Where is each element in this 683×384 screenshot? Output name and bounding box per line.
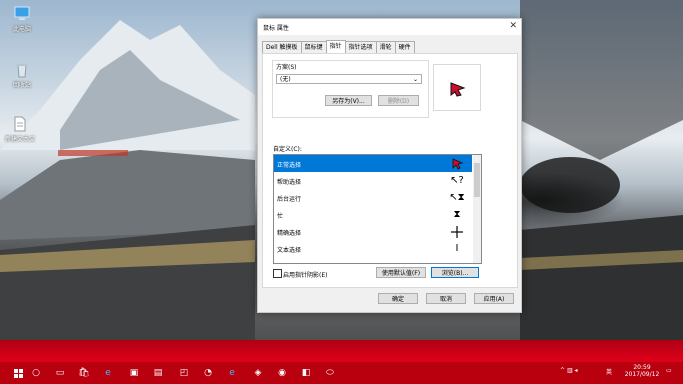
list-item[interactable]: 后台运行 ↖⧗ — [274, 189, 472, 206]
list-item[interactable]: 帮助选择 ↖? — [274, 172, 472, 189]
arrow-cursor-preview-icon — [450, 82, 466, 97]
start-button[interactable] — [10, 365, 26, 381]
taskbar-app-edge[interactable]: e — [224, 365, 240, 381]
scheme-label: 方案(S) — [276, 64, 297, 71]
taskbar-app-4[interactable]: ◔ — [200, 365, 216, 381]
customize-label: 自定义(C): — [273, 146, 302, 153]
busy-cursor-icon: ⧗ — [453, 209, 461, 220]
help-cursor-icon: ↖? — [450, 175, 464, 186]
text-file-icon — [11, 116, 29, 132]
dialog-titlebar: 鼠标 属性 ✕ — [258, 19, 521, 35]
cursor-preview — [433, 64, 481, 111]
mouse-properties-dialog: 鼠标 属性 ✕ Dell 触摸板 鼠标键 指针 指针选项 滑轮 硬件 方案(S)… — [257, 18, 522, 313]
list-item[interactable]: 精确选择 — [274, 223, 472, 240]
volume-icon: ◂ — [574, 367, 578, 374]
list-item-label: 帮助选择 — [277, 179, 302, 186]
tab-pointer-options[interactable]: 指针选项 — [344, 41, 377, 53]
tab-strip: Dell 触摸板 鼠标键 指针 指针选项 滑轮 硬件 — [262, 40, 415, 53]
taskbar-app-6[interactable]: ◉ — [274, 365, 290, 381]
photos-icon: ▤ — [153, 368, 163, 378]
taskbar-app-2[interactable]: ▤ — [150, 365, 166, 381]
desktop-icon-recycle-bin[interactable]: 回收站 — [2, 62, 42, 89]
app-icon: ▣ — [129, 368, 139, 378]
list-item-label: 忙 — [277, 213, 284, 220]
ie-icon: e — [105, 368, 111, 378]
list-item[interactable]: 忙 ⧗ — [274, 206, 472, 223]
list-item-label: 文本选择 — [277, 247, 302, 254]
windows-icon — [13, 368, 23, 378]
app-icon: ⬭ — [326, 368, 334, 378]
close-icon[interactable]: ✕ — [509, 21, 517, 31]
store-icon: 🛍 — [78, 368, 90, 378]
text-cursor-icon: I — [455, 243, 459, 254]
crosshair-cursor-icon — [450, 225, 464, 238]
pointer-shadow-label: 启用指针阴影(E) — [283, 272, 328, 279]
tab-wheel[interactable]: 滑轮 — [375, 41, 396, 53]
clock-date: 2017/09/12 — [624, 371, 660, 378]
pc-icon — [13, 6, 31, 22]
app-icon: ◉ — [278, 368, 286, 378]
taskbar-app-ie[interactable]: e — [100, 365, 116, 381]
taskbar-app-5[interactable]: ◈ — [250, 365, 266, 381]
app-icon: ◈ — [254, 368, 262, 378]
taskbar: ○ ▭ 🛍 e ▣ ▤ ◰ ◔ e ◈ ◉ ◧ ⬭ ^ ▥ ◂ 英 20:59 … — [0, 362, 683, 384]
task-view-icon: ▭ — [55, 368, 65, 378]
pointers-panel: 方案(S) (无) ⌄ 另存为(V)... 删除(D) 自定义(C): 正常选择… — [262, 53, 518, 288]
list-item-label: 正常选择 — [277, 162, 302, 169]
app-icon: ◧ — [301, 368, 311, 378]
desktop-icon-label: 新建文本文 — [4, 136, 35, 143]
arrow-cursor-icon — [450, 157, 464, 170]
apply-button[interactable]: 应用(A) — [474, 293, 514, 304]
desktop-icon-pc[interactable]: 此电脑 — [2, 6, 42, 33]
cursor-list[interactable]: 正常选择 帮助选择 ↖? 后台运行 ↖⧗ 忙 ⧗ 精确选择 文本选择 I — [273, 154, 482, 264]
delete-button[interactable]: 删除(D) — [378, 95, 419, 106]
taskbar-app-8[interactable]: ⬭ — [322, 365, 338, 381]
recycle-bin-icon — [13, 62, 31, 78]
chevron-down-icon: ⌄ — [412, 76, 418, 83]
save-as-button[interactable]: 另存为(V)... — [325, 95, 372, 106]
cancel-button[interactable]: 取消 — [426, 293, 466, 304]
browse-button[interactable]: 浏览(B)... — [431, 267, 479, 278]
task-view-button[interactable]: ▭ — [52, 365, 68, 381]
notification-icon: ▭ — [666, 367, 672, 374]
list-scrollbar[interactable] — [473, 155, 481, 263]
use-default-button[interactable]: 使用默认值(F) — [376, 267, 426, 278]
app-icon: ◔ — [204, 368, 212, 378]
cortana-button[interactable]: ○ — [28, 365, 44, 381]
taskbar-app-store[interactable]: 🛍 — [76, 365, 92, 381]
circle-icon: ○ — [32, 368, 40, 378]
wallpaper-red-band — [0, 340, 683, 362]
taskbar-app-3[interactable]: ◰ — [176, 365, 192, 381]
desktop-icon-label: 回收站 — [12, 82, 31, 89]
clock[interactable]: 20:59 2017/09/12 — [624, 364, 660, 378]
scheme-select[interactable]: (无) ⌄ — [276, 74, 422, 84]
app-icon: ◰ — [179, 368, 189, 378]
list-item-label: 精确选择 — [277, 230, 302, 237]
taskbar-app-1[interactable]: ▣ — [126, 365, 142, 381]
tray-icons[interactable]: ^ ▥ ◂ — [560, 367, 578, 374]
tab-dell-touchpad[interactable]: Dell 触摸板 — [262, 41, 302, 53]
taskbar-app-7[interactable]: ◧ — [298, 365, 314, 381]
edge-icon: e — [229, 368, 235, 378]
network-icon: ▥ — [566, 367, 573, 374]
dialog-title: 鼠标 属性 — [263, 25, 289, 32]
ok-button[interactable]: 确定 — [378, 293, 418, 304]
pointer-shadow-checkbox[interactable] — [273, 269, 282, 278]
desktop-icon-label: 此电脑 — [12, 26, 31, 33]
scrollbar-thumb[interactable] — [474, 163, 480, 197]
tab-hardware[interactable]: 硬件 — [394, 41, 415, 53]
working-cursor-icon: ↖⧗ — [449, 192, 465, 203]
tab-buttons[interactable]: 鼠标键 — [300, 41, 327, 53]
chevron-up-icon: ^ — [560, 367, 566, 374]
list-item[interactable]: 正常选择 — [274, 155, 472, 172]
list-item[interactable]: 文本选择 I — [274, 240, 472, 257]
action-center-button[interactable]: ▭ — [666, 367, 672, 374]
ime-indicator[interactable]: 英 — [606, 367, 612, 376]
clock-time: 20:59 — [633, 364, 651, 371]
tab-pointers[interactable]: 指针 — [325, 40, 346, 53]
scheme-value: (无) — [280, 76, 291, 83]
list-item-label: 后台运行 — [277, 196, 302, 203]
desktop-icon-text-file[interactable]: 新建文本文 — [0, 116, 40, 143]
